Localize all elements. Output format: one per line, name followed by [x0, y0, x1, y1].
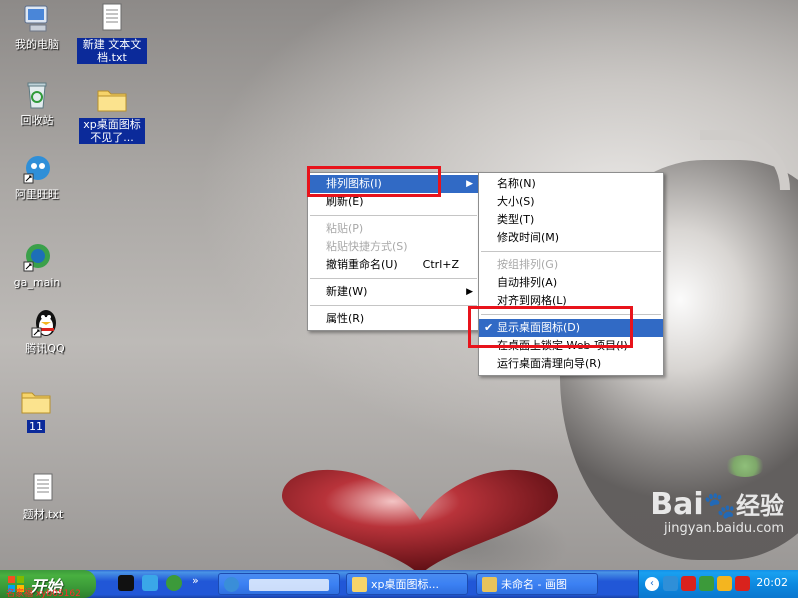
start-button[interactable]: 开始 名家福 xyb05162 — [0, 570, 96, 598]
desktop-icon-aliwangwang[interactable]: 阿里旺旺 — [0, 152, 77, 201]
submenu-item-label: 大小(S) — [497, 195, 535, 208]
menu-separator — [310, 215, 477, 216]
submenu-item-label: 在桌面上锁定 Web 项目(I) — [497, 339, 628, 352]
submenu-item-type[interactable]: 类型(T) — [479, 211, 663, 229]
menu-item-refresh[interactable]: 刷新(E) — [308, 193, 479, 211]
menu-item-label: 粘贴快捷方式(S) — [326, 240, 408, 253]
apple-leaf-shape — [725, 455, 765, 477]
menu-separator — [481, 251, 661, 252]
menu-item-label: 属性(R) — [326, 312, 365, 325]
browser-quicklaunch-icon[interactable] — [166, 575, 182, 591]
taskbar: 开始 名家福 xyb05162 » xp桌面图标... 未命名 - 画图 ‹ 2… — [0, 570, 798, 598]
desktop-icon-new-text-file[interactable]: 新建 文本文档.txt — [72, 2, 152, 64]
quicklaunch-overflow-icon[interactable]: » — [192, 574, 199, 587]
qq-quicklaunch-icon[interactable] — [118, 575, 134, 591]
submenu-arrow-icon: ▶ — [466, 179, 473, 189]
submenu-item-auto-arrange[interactable]: 自动排列(A) — [479, 274, 663, 292]
desktop-icon-folder-11[interactable]: 11 — [0, 384, 76, 433]
tray-warning-icon[interactable] — [735, 576, 750, 591]
qq-penguin-icon — [28, 306, 62, 340]
baidu-jingyan-watermark: Bai🐾经验 jingyan.baidu.com — [650, 487, 784, 537]
desktop-context-menu: 排列图标(I) ▶ 刷新(E) 粘贴(P) 粘贴快捷方式(S) 撤销重命名(U)… — [307, 172, 480, 331]
taskbar-button-label: xp桌面图标... — [371, 578, 439, 591]
apple-stem-shape — [700, 130, 790, 190]
submenu-item-cleanup-wizard[interactable]: 运行桌面清理向导(R) — [479, 355, 663, 373]
submenu-item-label: 按组排列(G) — [497, 258, 559, 271]
desktop-icon-recycle-bin[interactable]: 回收站 — [0, 78, 77, 127]
submenu-item-name[interactable]: 名称(N) — [479, 175, 663, 193]
menu-item-label: 刷新(E) — [326, 195, 364, 208]
tray-shield-icon[interactable] — [717, 576, 732, 591]
menu-item-paste-shortcut: 粘贴快捷方式(S) — [308, 238, 479, 256]
menu-item-accelerator: Ctrl+Z — [422, 258, 459, 271]
submenu-item-show-desktop-icons[interactable]: ✔ 显示桌面图标(D) — [479, 319, 663, 337]
tray-app-icon[interactable] — [699, 576, 714, 591]
folder-icon — [352, 577, 367, 592]
menu-item-label: 粘贴(P) — [326, 222, 364, 235]
arrange-icons-submenu: 名称(N) 大小(S) 类型(T) 修改时间(M) 按组排列(G) 自动排列(A… — [478, 172, 664, 376]
submenu-item-label: 类型(T) — [497, 213, 535, 226]
taskbar-button-paint[interactable]: 未命名 - 画图 — [476, 573, 598, 595]
menu-item-undo-rename[interactable]: 撤销重命名(U) Ctrl+Z — [308, 256, 479, 274]
menu-item-new[interactable]: 新建(W) ▶ — [308, 283, 479, 301]
desktop-icon-qq[interactable]: 腾讯QQ — [5, 306, 85, 355]
menu-item-properties[interactable]: 属性(R) — [308, 310, 479, 328]
paint-icon — [482, 577, 497, 592]
menu-separator — [310, 305, 477, 306]
desktop-icon-xp-folder[interactable]: xp桌面图标不见了... — [72, 82, 152, 144]
menu-item-arrange-icons[interactable]: 排列图标(I) ▶ — [308, 175, 479, 193]
text-file-icon — [26, 472, 60, 506]
system-tray: ‹ 20:02 — [638, 570, 798, 598]
watermark-brand-suffix: 经验 — [736, 492, 784, 520]
taskbar-button-xp-folder[interactable]: xp桌面图标... — [346, 573, 468, 595]
blurred-title-mask — [249, 579, 329, 591]
submenu-item-label: 对齐到网格(L) — [497, 294, 567, 307]
watermark-brand: Bai — [650, 487, 704, 522]
tray-security-icon[interactable] — [681, 576, 696, 591]
menu-separator — [481, 314, 661, 315]
desktop-icon-topic-txt[interactable]: 题材.txt — [3, 472, 83, 521]
paw-icon: 🐾 — [703, 491, 736, 521]
submenu-item-modified[interactable]: 修改时间(M) — [479, 229, 663, 247]
desktop-icon-my-computer[interactable]: 我的电脑 — [0, 2, 77, 51]
ga-main-icon — [20, 240, 54, 274]
show-hidden-icons-icon[interactable]: ‹ — [645, 577, 659, 591]
submenu-item-align-grid[interactable]: 对齐到网格(L) — [479, 292, 663, 310]
submenu-item-label: 名称(N) — [497, 177, 536, 190]
taskbar-clock[interactable]: 20:02 — [756, 576, 788, 589]
watermark-url: jingyan.baidu.com — [664, 521, 784, 536]
submenu-arrow-icon: ▶ — [466, 287, 473, 297]
folder-icon — [95, 82, 129, 116]
heart-wallpaper-shape — [270, 465, 570, 570]
text-file-icon — [95, 2, 129, 36]
taskbar-button-label: 未命名 - 画图 — [501, 578, 567, 591]
desktop[interactable]: 我的电脑 新建 文本文档.txt 回收站 xp桌面图标不见了... 阿里旺旺 g… — [0, 0, 798, 570]
submenu-item-label: 运行桌面清理向导(R) — [497, 357, 602, 370]
checkmark-icon: ✔ — [484, 321, 494, 334]
submenu-item-lock-web-items[interactable]: 在桌面上锁定 Web 项目(I) — [479, 337, 663, 355]
aliwangwang-icon — [20, 152, 54, 186]
submenu-item-size[interactable]: 大小(S) — [479, 193, 663, 211]
menu-item-paste: 粘贴(P) — [308, 220, 479, 238]
quicklaunch-icon[interactable] — [142, 575, 158, 591]
folder-icon — [19, 384, 53, 418]
submenu-item-label: 修改时间(M) — [497, 231, 560, 244]
browser-icon — [224, 577, 239, 592]
desktop-icon-ga-main[interactable]: ga_main — [0, 240, 77, 289]
start-overlay-text: 名家福 xyb05162 — [6, 589, 81, 598]
taskbar-button-browser[interactable] — [218, 573, 340, 595]
menu-item-label: 排列图标(I) — [326, 177, 382, 190]
submenu-item-label: 自动排列(A) — [497, 276, 558, 289]
submenu-item-group: 按组排列(G) — [479, 256, 663, 274]
menu-item-label: 新建(W) — [326, 285, 368, 298]
tray-network-icon[interactable] — [663, 576, 678, 591]
recycle-bin-icon — [20, 78, 54, 112]
menu-item-label: 撤销重命名(U) — [326, 258, 398, 271]
my-computer-icon — [20, 2, 54, 36]
menu-separator — [310, 278, 477, 279]
submenu-item-label: 显示桌面图标(D) — [497, 321, 581, 334]
